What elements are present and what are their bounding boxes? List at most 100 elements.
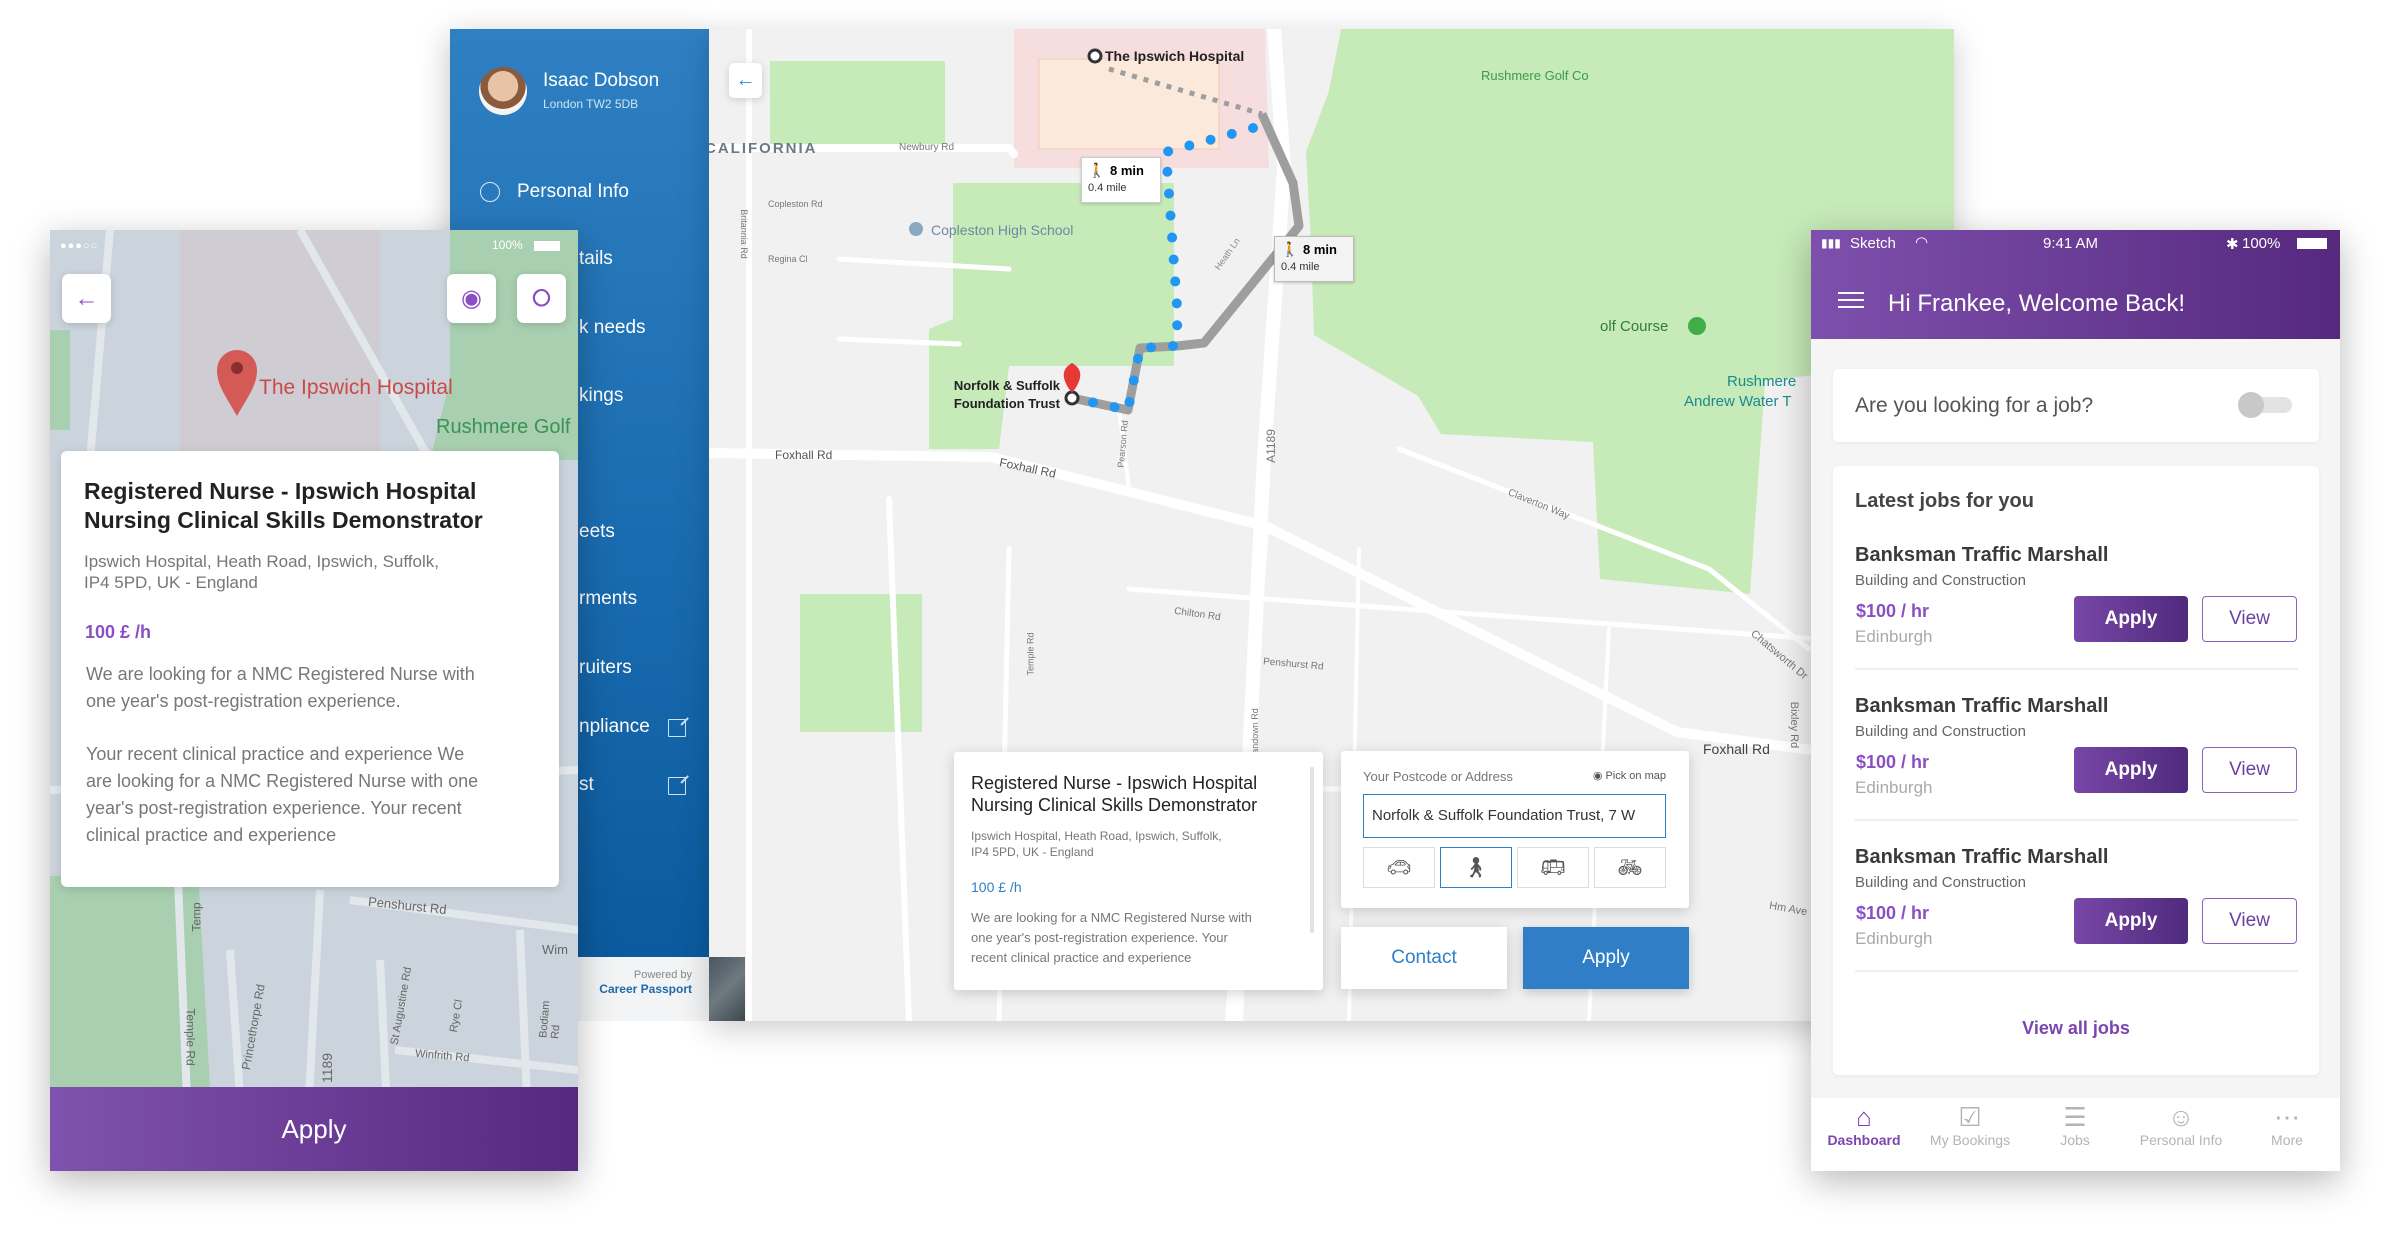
- view-button[interactable]: View: [2202, 596, 2297, 642]
- apply-button[interactable]: Apply: [2074, 747, 2188, 793]
- job-category: Building and Construction: [1855, 572, 2026, 589]
- job-category: Building and Construction: [1855, 874, 2026, 891]
- route-distance: 0.4 mile: [1281, 261, 1320, 273]
- view-button[interactable]: View: [2202, 898, 2297, 944]
- external-link-icon[interactable]: [668, 719, 686, 737]
- route-badge[interactable]: 🚶 8 min 0.4 mile: [1274, 236, 1354, 282]
- job-description: We are looking for a NMC Registered Nurs…: [86, 664, 475, 684]
- mode-walk-button[interactable]: 🚶︎: [1440, 847, 1512, 888]
- tab-jobs[interactable]: ☰ Jobs: [2025, 1102, 2125, 1148]
- apply-button[interactable]: Apply: [1523, 927, 1689, 989]
- map-label: 1189: [319, 1052, 336, 1084]
- origin-label-line2: Foundation Trust: [953, 396, 1060, 411]
- job-list-item[interactable]: Banksman Traffic Marshall Building and C…: [1833, 846, 2319, 997]
- back-button[interactable]: ←: [729, 63, 762, 98]
- map-label: Newbury Rd: [899, 142, 955, 153]
- address-input[interactable]: Norfolk & Suffolk Foundation Trust, 7 W: [1363, 794, 1666, 838]
- avatar[interactable]: [479, 67, 527, 115]
- apply-button[interactable]: Apply: [50, 1087, 578, 1171]
- location-pin-icon: [1063, 363, 1081, 393]
- clock: 9:41 AM: [2043, 235, 2099, 252]
- sidebar-item-work-needs[interactable]: k needs: [579, 317, 646, 339]
- signal-dots: ●●●○○: [60, 240, 99, 252]
- hamburger-icon: [1838, 299, 1864, 301]
- job-detail-card: Registered Nurse - Ipswich Hospital Nurs…: [954, 752, 1323, 990]
- show-location-button[interactable]: ◉: [447, 274, 496, 323]
- walking-icon: 🚶: [1281, 241, 1299, 257]
- tab-personal-info[interactable]: ☺ Personal Info: [2131, 1102, 2231, 1148]
- dashboard-phone: ▮▮▮ Sketch ◠ 9:41 AM ✱ 100% Hi Frankee, …: [1811, 230, 2340, 1171]
- directions-button[interactable]: ⭘: [517, 274, 566, 323]
- map-label: Copleston High School: [931, 222, 1074, 238]
- school-pin-icon: [909, 222, 923, 236]
- contact-button[interactable]: Contact: [1341, 927, 1507, 989]
- tab-more[interactable]: ⋯ More: [2237, 1102, 2337, 1148]
- sidebar-item-bookings[interactable]: kings: [579, 385, 623, 407]
- walking-icon: 🚶: [1088, 162, 1106, 178]
- address-input-value: Norfolk & Suffolk Foundation Trust, 7 W: [1372, 807, 1636, 824]
- sidebar-item-timesheets[interactable]: eets: [579, 521, 615, 543]
- job-seeking-label: Are you looking for a job?: [1855, 394, 2094, 417]
- battery-icon: [534, 240, 561, 251]
- mode-car-button[interactable]: 🚗︎: [1363, 847, 1435, 888]
- job-title: Banksman Traffic Marshall: [1855, 695, 2109, 717]
- sidebar-item-payments[interactable]: rments: [579, 588, 637, 610]
- mode-bus-button[interactable]: 🚌︎: [1517, 847, 1589, 888]
- menu-button[interactable]: [1838, 292, 1864, 308]
- battery-status: 100%: [492, 238, 561, 252]
- mode-bike-button[interactable]: 🚲︎: [1594, 847, 1666, 888]
- job-address: Ipswich Hospital, Heath Road, Ipswich, S…: [971, 829, 1222, 843]
- job-rate: $100 / hr: [1856, 601, 1930, 621]
- map-label: olf Course: [1600, 318, 1669, 335]
- tab-my-bookings[interactable]: ☑ My Bookings: [1920, 1102, 2020, 1148]
- back-button[interactable]: ←: [62, 274, 111, 323]
- map-label: Temp: [189, 902, 204, 932]
- bus-icon: 🚌︎: [1540, 857, 1566, 879]
- map-label: A1189: [1263, 429, 1278, 463]
- arrow-left-icon: ←: [735, 69, 756, 91]
- tab-dashboard[interactable]: ⌂ Dashboard: [1814, 1102, 1914, 1148]
- destination-label: The Ipswich Hospital: [1105, 48, 1245, 64]
- brand-name: Career Passport: [599, 982, 692, 996]
- bicycle-icon: 🚲︎: [1617, 857, 1643, 879]
- job-seeking-toggle[interactable]: [2238, 392, 2292, 418]
- origin-label-line1: Norfolk & Suffolk: [953, 378, 1060, 393]
- sidebar-item-list[interactable]: st: [579, 774, 594, 796]
- apply-button[interactable]: Apply: [2074, 898, 2188, 944]
- map-label: Andrew Water T: [1684, 393, 1792, 410]
- pick-on-map-link[interactable]: ◉ Pick on map: [1593, 769, 1666, 782]
- route-time: 8 min: [1110, 163, 1144, 178]
- park-area: [800, 594, 922, 732]
- tab-label: Jobs: [2060, 1132, 2090, 1148]
- tab-label: More: [2271, 1132, 2303, 1148]
- route-map[interactable]: The Ipswich Hospital Norfolk & Suffolk F…: [709, 29, 1954, 1021]
- user-name: Isaac Dobson: [543, 70, 660, 91]
- job-list-item[interactable]: Banksman Traffic Marshall Building and C…: [1833, 544, 2319, 695]
- external-link-icon[interactable]: [668, 777, 686, 795]
- route-badge[interactable]: 🚶 8 min 0.4 mile: [1081, 157, 1161, 203]
- map-label: Temple Rd: [183, 1008, 198, 1066]
- map-label: Bodiam Rd: [537, 1000, 563, 1040]
- sidebar-item-recruiters[interactable]: ruiters: [579, 657, 632, 679]
- job-list-item[interactable]: Banksman Traffic Marshall Building and C…: [1833, 695, 2319, 846]
- sidebar-item-compliance[interactable]: npliance: [579, 716, 650, 738]
- map-canvas[interactable]: [709, 29, 1954, 1021]
- map-label: Foxhall Rd: [775, 448, 833, 462]
- view-all-jobs-link[interactable]: View all jobs: [1833, 1018, 2319, 1039]
- sidebar-item-personal-info[interactable]: Personal Info: [450, 174, 709, 210]
- carrier-label: Sketch: [1850, 235, 1896, 252]
- powered-by-label: Powered by: [633, 969, 692, 981]
- satellite-toggle[interactable]: [709, 957, 745, 1021]
- scrollbar[interactable]: [1310, 767, 1314, 933]
- person-circle-icon: [480, 182, 500, 202]
- map-label: CALIFORNIA: [709, 140, 818, 157]
- sidebar-item-details[interactable]: tails: [579, 248, 613, 270]
- apply-button[interactable]: Apply: [2074, 596, 2188, 642]
- person-circle-icon: ☺: [2167, 1102, 2195, 1132]
- job-description: Your recent clinical practice and experi…: [86, 744, 465, 764]
- job-description: year's post-registration experience. You…: [86, 798, 462, 818]
- bluetooth-icon: ✱: [2226, 236, 2239, 253]
- view-button[interactable]: View: [2202, 747, 2297, 793]
- job-detail-phone: ●●●○○ 100% ← ◉ ⭘ The Ipswich Hospital Ru…: [50, 230, 578, 1171]
- list-icon: ☰: [2063, 1102, 2087, 1132]
